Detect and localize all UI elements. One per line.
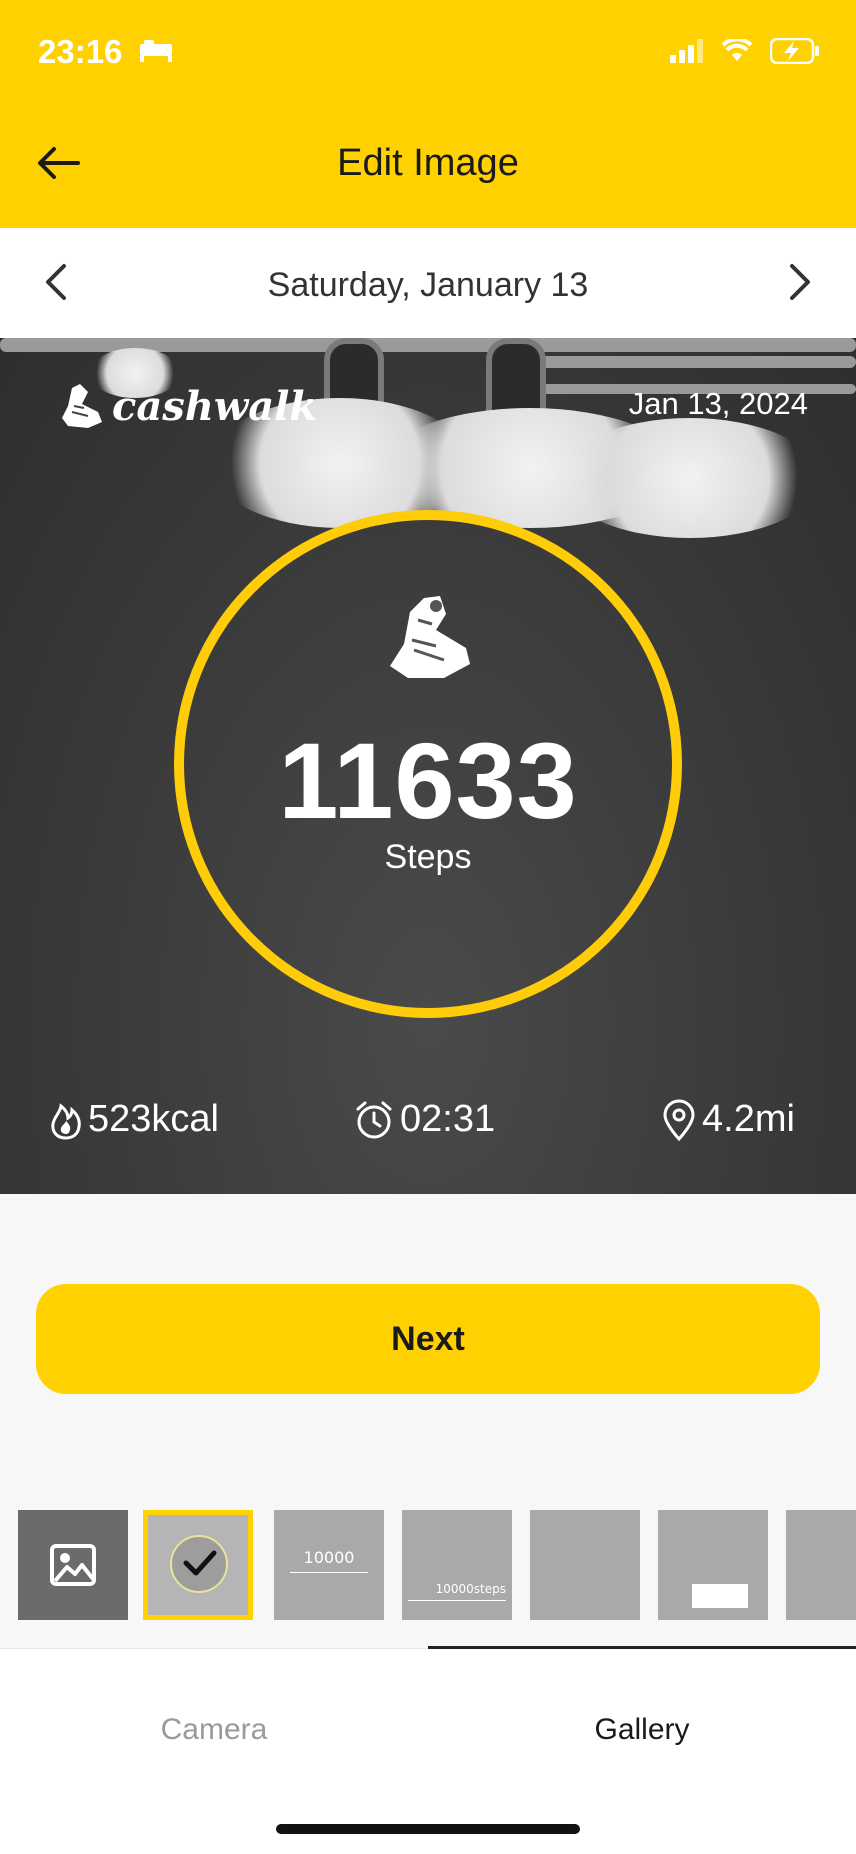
previous-date-button[interactable]: [44, 262, 68, 302]
date-label: Saturday, January 13: [267, 266, 589, 304]
bed-icon: [140, 40, 172, 62]
distance-value: 4.2mi: [702, 1098, 795, 1140]
template-thumbnail[interactable]: [786, 1510, 856, 1620]
active-tab-indicator: [428, 1646, 856, 1649]
home-indicator: [276, 1824, 580, 1834]
background-rail: [520, 356, 856, 368]
next-date-button[interactable]: [788, 262, 812, 302]
template-thumbnail[interactable]: 10000: [274, 1510, 384, 1620]
template-value: 10000: [303, 1548, 355, 1567]
status-icons: [670, 38, 820, 64]
flame-icon: [51, 1102, 81, 1140]
calories-value: 523kcal: [88, 1098, 219, 1140]
template-divider: [290, 1572, 368, 1573]
cashwalk-logo: cashwalk: [58, 382, 317, 430]
shoe-logo-icon: [62, 384, 102, 428]
battery-charging-icon: [770, 38, 819, 64]
checkmark-icon: [183, 1550, 217, 1576]
template-value: 10000steps: [435, 1582, 506, 1596]
location-pin-icon: [663, 1099, 695, 1141]
app-header: 23:16 Edit Image: [0, 0, 856, 228]
template-thumbnail[interactable]: [530, 1510, 640, 1620]
template-thumbnail[interactable]: 10000steps: [402, 1510, 512, 1620]
sneaker-icon: [390, 596, 470, 678]
image-icon: [50, 1544, 96, 1586]
step-photo-card: cashwalk Jan 13, 2024 11633 Steps 523kca…: [0, 338, 856, 1194]
background-snow: [560, 418, 820, 538]
status-time: 23:16: [38, 33, 123, 70]
tab-gallery[interactable]: Gallery: [428, 1713, 856, 1747]
template-thumbnail-selected[interactable]: [143, 1510, 253, 1620]
alarm-clock-icon: [356, 1101, 392, 1138]
template-carousel[interactable]: 10000 10000steps: [0, 1510, 856, 1622]
template-divider: [408, 1600, 506, 1601]
gallery-picker-button[interactable]: [18, 1510, 128, 1620]
steps-count: 11633: [278, 720, 578, 841]
brand-name: cashwalk: [112, 382, 318, 430]
duration-value: 02:31: [400, 1098, 496, 1140]
duration-stat: 02:31: [354, 1098, 495, 1141]
page-title: Edit Image: [337, 142, 519, 184]
calories-stat: 523kcal: [50, 1098, 219, 1141]
date-navigation: Saturday, January 13: [0, 228, 856, 338]
tab-camera[interactable]: Camera: [0, 1713, 428, 1747]
next-button[interactable]: Next: [36, 1284, 820, 1394]
template-stats-box: [692, 1584, 748, 1608]
signal-icon: [670, 39, 703, 63]
steps-label: Steps: [384, 838, 472, 876]
template-thumbnail[interactable]: [658, 1510, 768, 1620]
photo-date: Jan 13, 2024: [628, 386, 808, 421]
wifi-icon: [722, 39, 752, 61]
distance-stat: 4.2mi: [662, 1098, 795, 1141]
